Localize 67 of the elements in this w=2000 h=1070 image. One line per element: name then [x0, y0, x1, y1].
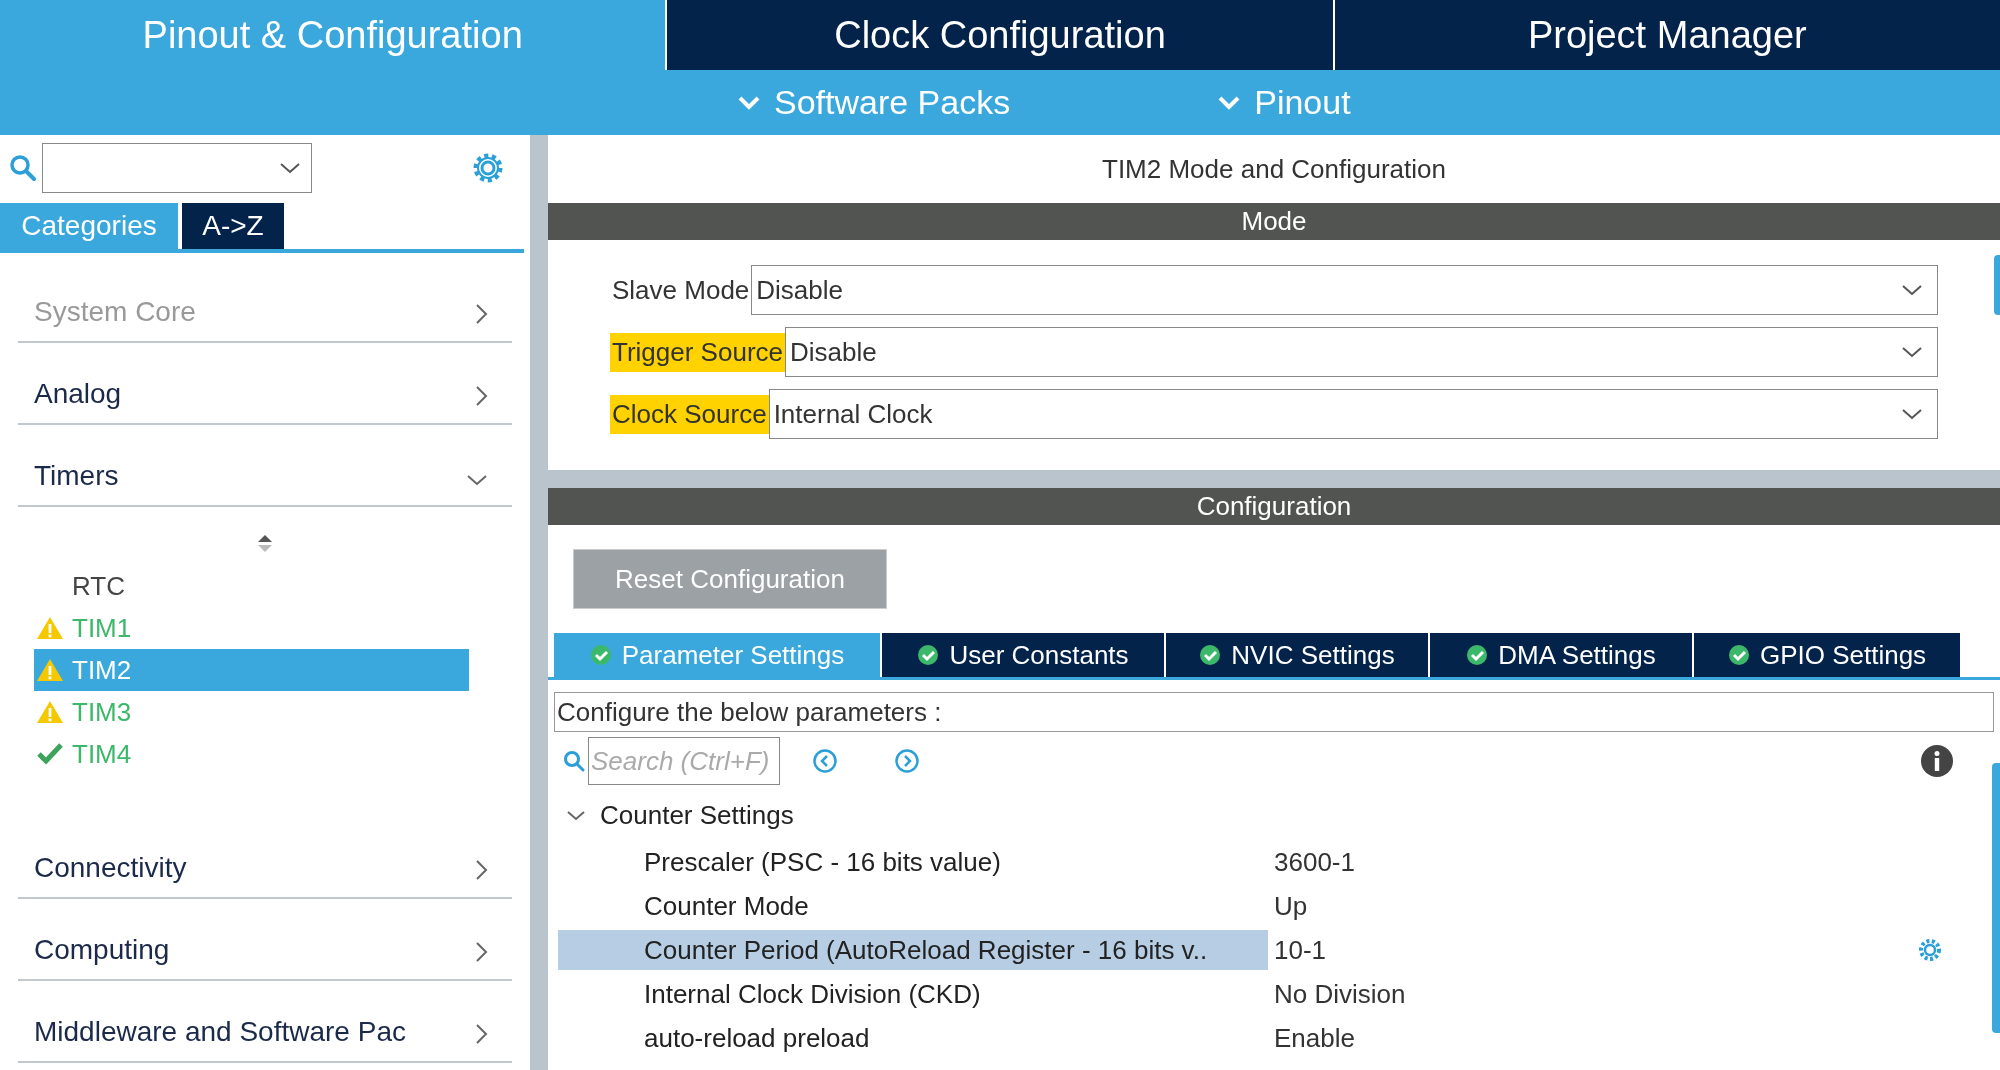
- check-circle-icon: [1727, 644, 1750, 666]
- chevron-down-icon: [1218, 95, 1241, 110]
- chevron-right-icon: [474, 941, 488, 963]
- check-circle-icon: [917, 644, 940, 666]
- parameter-name[interactable]: auto-reload preload: [558, 1018, 1268, 1058]
- sidebar-tab[interactable]: A->Z: [182, 203, 284, 249]
- settings-icon[interactable]: [1918, 938, 1942, 962]
- scrollbar[interactable]: [1992, 763, 2000, 1033]
- dropdown-field[interactable]: Disable: [785, 327, 1938, 377]
- chevron-down-icon: [1901, 407, 1923, 421]
- parameter-value: No Division: [1274, 977, 1406, 1011]
- category-header[interactable]: Connectivity: [18, 817, 512, 899]
- parameter-value: Up: [1274, 889, 1308, 923]
- field-label: Slave Mode: [611, 273, 751, 307]
- check-circle-icon: [1466, 644, 1489, 666]
- group-header[interactable]: Counter Settings: [600, 795, 794, 835]
- search-field[interactable]: Search (Ctrl+F): [588, 737, 780, 785]
- field-label: Clock Source: [610, 394, 769, 434]
- chevron-down-icon: [466, 473, 488, 487]
- checkmark-icon: [36, 741, 64, 767]
- parameter-name[interactable]: Prescaler (PSC - 16 bits value): [558, 842, 1268, 882]
- parameter-name[interactable]: Counter Period (AutoReload Register - 16 bits v..: [558, 930, 1268, 970]
- panel-title: TIM2 Mode and Configuration: [1101, 152, 1447, 186]
- config-tab[interactable]: User Constants: [882, 633, 1164, 677]
- chevron-right-icon: [474, 1023, 488, 1045]
- config-tab[interactable]: DMA Settings: [1430, 633, 1692, 677]
- check-circle-icon: [1199, 644, 1222, 666]
- next-icon[interactable]: [894, 748, 920, 774]
- config-tab[interactable]: GPIO Settings: [1694, 633, 1960, 677]
- warning-icon: [36, 615, 64, 641]
- check-circle-icon: [589, 644, 612, 666]
- chevron-right-icon: [474, 385, 488, 407]
- category-header[interactable]: Analog: [18, 343, 512, 425]
- parameter-name[interactable]: Internal Clock Division (CKD): [558, 974, 1268, 1014]
- chevron-right-icon: [474, 303, 488, 325]
- dropdown-field[interactable]: Internal Clock: [768, 389, 1938, 439]
- warning-icon: [36, 657, 64, 683]
- parameter-value: 10-1: [1274, 933, 1327, 967]
- info-icon[interactable]: [1920, 744, 1954, 778]
- category-header[interactable]: Timers: [18, 425, 512, 507]
- chevron-right-icon: [474, 859, 488, 881]
- warning-icon: [36, 699, 64, 725]
- header-tab[interactable]: Clock Configuration: [665, 0, 1333, 70]
- search-dropdown[interactable]: [42, 142, 312, 193]
- category-header[interactable]: Middleware and Software Pac: [18, 981, 512, 1063]
- chevron-down-icon: [1901, 345, 1923, 359]
- parameter-value: Enable: [1274, 1021, 1355, 1055]
- timer-item[interactable]: RTC: [34, 565, 469, 607]
- search-icon: [8, 152, 38, 183]
- category-header[interactable]: Computing: [18, 899, 512, 981]
- sort-arrows-icon[interactable]: [256, 533, 274, 553]
- config-tab[interactable]: NVIC Settings: [1166, 633, 1428, 677]
- previous-icon[interactable]: [812, 748, 838, 774]
- scrollbar[interactable]: [1994, 255, 2000, 315]
- description-text: Configure the below parameters :: [554, 692, 1994, 732]
- section-header: Mode: [548, 203, 2000, 240]
- chevron-down-icon: [738, 95, 760, 110]
- parameter-name[interactable]: Counter Mode: [558, 886, 1268, 926]
- chevron-down-icon: [279, 160, 301, 175]
- parameter-value: 3600-1: [1274, 845, 1355, 879]
- section-header: Configuration: [548, 488, 2000, 525]
- chevron-down-icon[interactable]: [566, 808, 586, 822]
- chevron-down-icon: [1901, 283, 1923, 297]
- field-label: Trigger Source: [610, 332, 785, 372]
- search-icon: [562, 749, 586, 773]
- header-tab[interactable]: Project Manager: [1332, 0, 2000, 70]
- dropdown-field[interactable]: Disable: [751, 265, 1938, 315]
